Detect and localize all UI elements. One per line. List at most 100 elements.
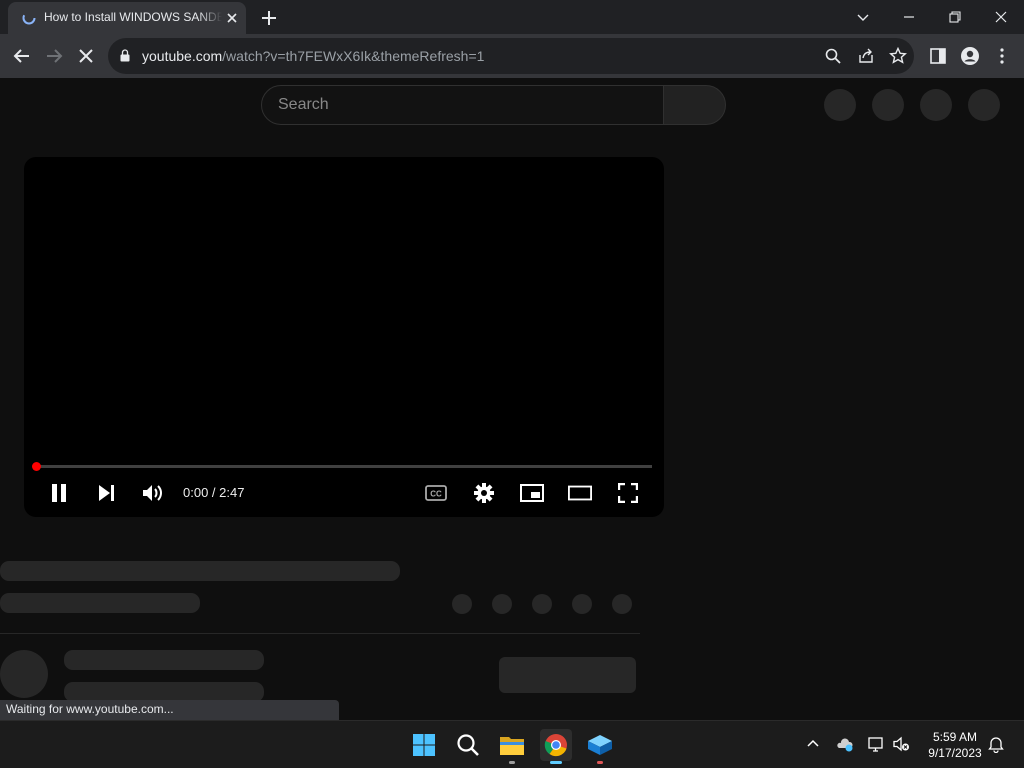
lock-icon[interactable] xyxy=(120,49,130,62)
youtube-page: Search 0:00 / 2:47 CC Waiting for www.yo… xyxy=(0,78,1024,720)
file-explorer-icon xyxy=(500,737,524,755)
start-icon xyxy=(413,734,435,756)
running-indicator xyxy=(509,761,515,764)
chrome-menu-button[interactable] xyxy=(990,44,1014,68)
search-input[interactable]: Search xyxy=(261,85,665,125)
skeleton-header-icon xyxy=(824,89,856,121)
skeleton-channel-meta xyxy=(64,682,264,702)
close-window-button[interactable] xyxy=(990,6,1012,28)
skeleton-action xyxy=(532,594,552,614)
chevron-up-icon[interactable] xyxy=(804,735,822,753)
clock-time: 5:59 AM xyxy=(932,730,978,744)
side-panel-icon xyxy=(930,48,946,64)
start-button[interactable] xyxy=(408,729,440,761)
settings-button[interactable] xyxy=(472,481,496,505)
chrome-taskbar-button[interactable] xyxy=(540,729,572,764)
browser-tab[interactable]: How to Install WINDOWS SANDBOX xyxy=(8,2,246,34)
svg-text:CC: CC xyxy=(430,490,442,499)
skeleton-action xyxy=(452,594,472,614)
url-host: youtube.com xyxy=(142,48,223,64)
stop-icon xyxy=(79,49,93,63)
url-path: /watch?v=th7FEWxX6Ik&themeRefresh=1 xyxy=(222,48,485,64)
clock[interactable]: 5:59 AM 9/17/2023 xyxy=(920,729,990,761)
side-panel-button[interactable] xyxy=(926,44,950,68)
gear-icon xyxy=(474,483,494,503)
pause-icon xyxy=(52,484,66,502)
current-time: 0:00 xyxy=(183,485,209,500)
skip-next-icon xyxy=(99,485,114,501)
duration: 2:47 xyxy=(219,485,245,500)
minimize-button[interactable] xyxy=(898,6,920,28)
loading-status-bar: Waiting for www.youtube.com... xyxy=(0,700,339,720)
volume-icon xyxy=(143,485,162,501)
address-bar[interactable]: youtube.com/watch?v=th7FEWxX6Ik&themeRef… xyxy=(108,38,914,74)
chevron-down-icon xyxy=(857,14,869,21)
skeleton-avatar xyxy=(968,89,1000,121)
search-button[interactable] xyxy=(663,85,726,125)
zoom-search-icon[interactable] xyxy=(824,47,842,65)
notification-bell-icon[interactable] xyxy=(987,735,1005,753)
theater-mode-button[interactable] xyxy=(568,481,592,505)
back-button[interactable] xyxy=(10,44,34,68)
restore-icon xyxy=(949,11,961,23)
profile-button[interactable] xyxy=(958,44,982,68)
skeleton-action xyxy=(612,594,632,614)
time-separator: / xyxy=(208,485,220,500)
skeleton-header-icon xyxy=(920,89,952,121)
skeleton-action xyxy=(492,594,512,614)
bookmark-star-icon[interactable] xyxy=(889,47,907,65)
skeleton-title xyxy=(0,561,400,581)
loading-spinner-icon xyxy=(22,11,36,25)
chrome-icon xyxy=(544,734,567,757)
video-player[interactable]: 0:00 / 2:47 CC xyxy=(24,157,664,517)
forward-button[interactable] xyxy=(42,44,66,68)
skeleton-channel-avatar xyxy=(0,650,48,698)
skeleton-subtitle xyxy=(0,593,200,613)
sandbox-icon xyxy=(588,735,612,755)
share-icon[interactable] xyxy=(857,47,875,65)
stop-loading-button[interactable] xyxy=(74,44,98,68)
fullscreen-icon xyxy=(618,483,638,503)
mute-button[interactable] xyxy=(141,481,165,505)
theater-mode-icon xyxy=(568,485,592,501)
windows-taskbar: 5:59 AM 9/17/2023 xyxy=(0,720,1024,768)
tab-title: How to Install WINDOWS SANDBOX xyxy=(44,10,222,24)
closed-captions-icon: CC xyxy=(425,485,447,501)
miniplayer-icon xyxy=(520,484,544,502)
skeleton-subscribe-button xyxy=(499,657,636,693)
tab-close-icon[interactable] xyxy=(224,10,240,26)
arrow-right-icon xyxy=(47,49,63,63)
skeleton-header-icon xyxy=(872,89,904,121)
url-text[interactable]: youtube.com/watch?v=th7FEWxX6Ik&themeRef… xyxy=(142,48,484,64)
next-button[interactable] xyxy=(94,481,118,505)
divider xyxy=(0,633,640,634)
file-explorer-button[interactable] xyxy=(496,729,528,764)
miniplayer-button[interactable] xyxy=(520,481,544,505)
more-vert-icon xyxy=(1000,48,1004,64)
tab-search-button[interactable] xyxy=(852,6,874,28)
clock-date: 9/17/2023 xyxy=(928,746,982,760)
sandbox-taskbar-button[interactable] xyxy=(584,729,616,764)
progress-scrubber[interactable] xyxy=(32,462,41,471)
tab-strip: How to Install WINDOWS SANDBOX xyxy=(0,0,1024,34)
profile-icon xyxy=(961,47,979,65)
network-icon[interactable] xyxy=(867,735,885,753)
progress-bar[interactable] xyxy=(36,465,652,468)
minimize-icon xyxy=(904,16,914,18)
close-icon xyxy=(995,11,1007,23)
volume-muted-icon[interactable] xyxy=(892,735,910,753)
pause-button[interactable] xyxy=(47,481,71,505)
time-display: 0:00 / 2:47 xyxy=(183,485,244,500)
skeleton-action xyxy=(572,594,592,614)
subtitles-button[interactable]: CC xyxy=(424,481,448,505)
skeleton-channel-name xyxy=(64,650,264,670)
new-tab-icon[interactable] xyxy=(259,8,279,28)
running-indicator xyxy=(597,761,603,764)
restore-button[interactable] xyxy=(944,6,966,28)
onedrive-icon[interactable] xyxy=(836,735,854,753)
search-placeholder: Search xyxy=(278,96,329,113)
fullscreen-button[interactable] xyxy=(616,481,640,505)
taskbar-search-button[interactable] xyxy=(452,729,484,761)
search-icon xyxy=(457,734,479,756)
browser-toolbar: youtube.com/watch?v=th7FEWxX6Ik&themeRef… xyxy=(0,34,1024,78)
